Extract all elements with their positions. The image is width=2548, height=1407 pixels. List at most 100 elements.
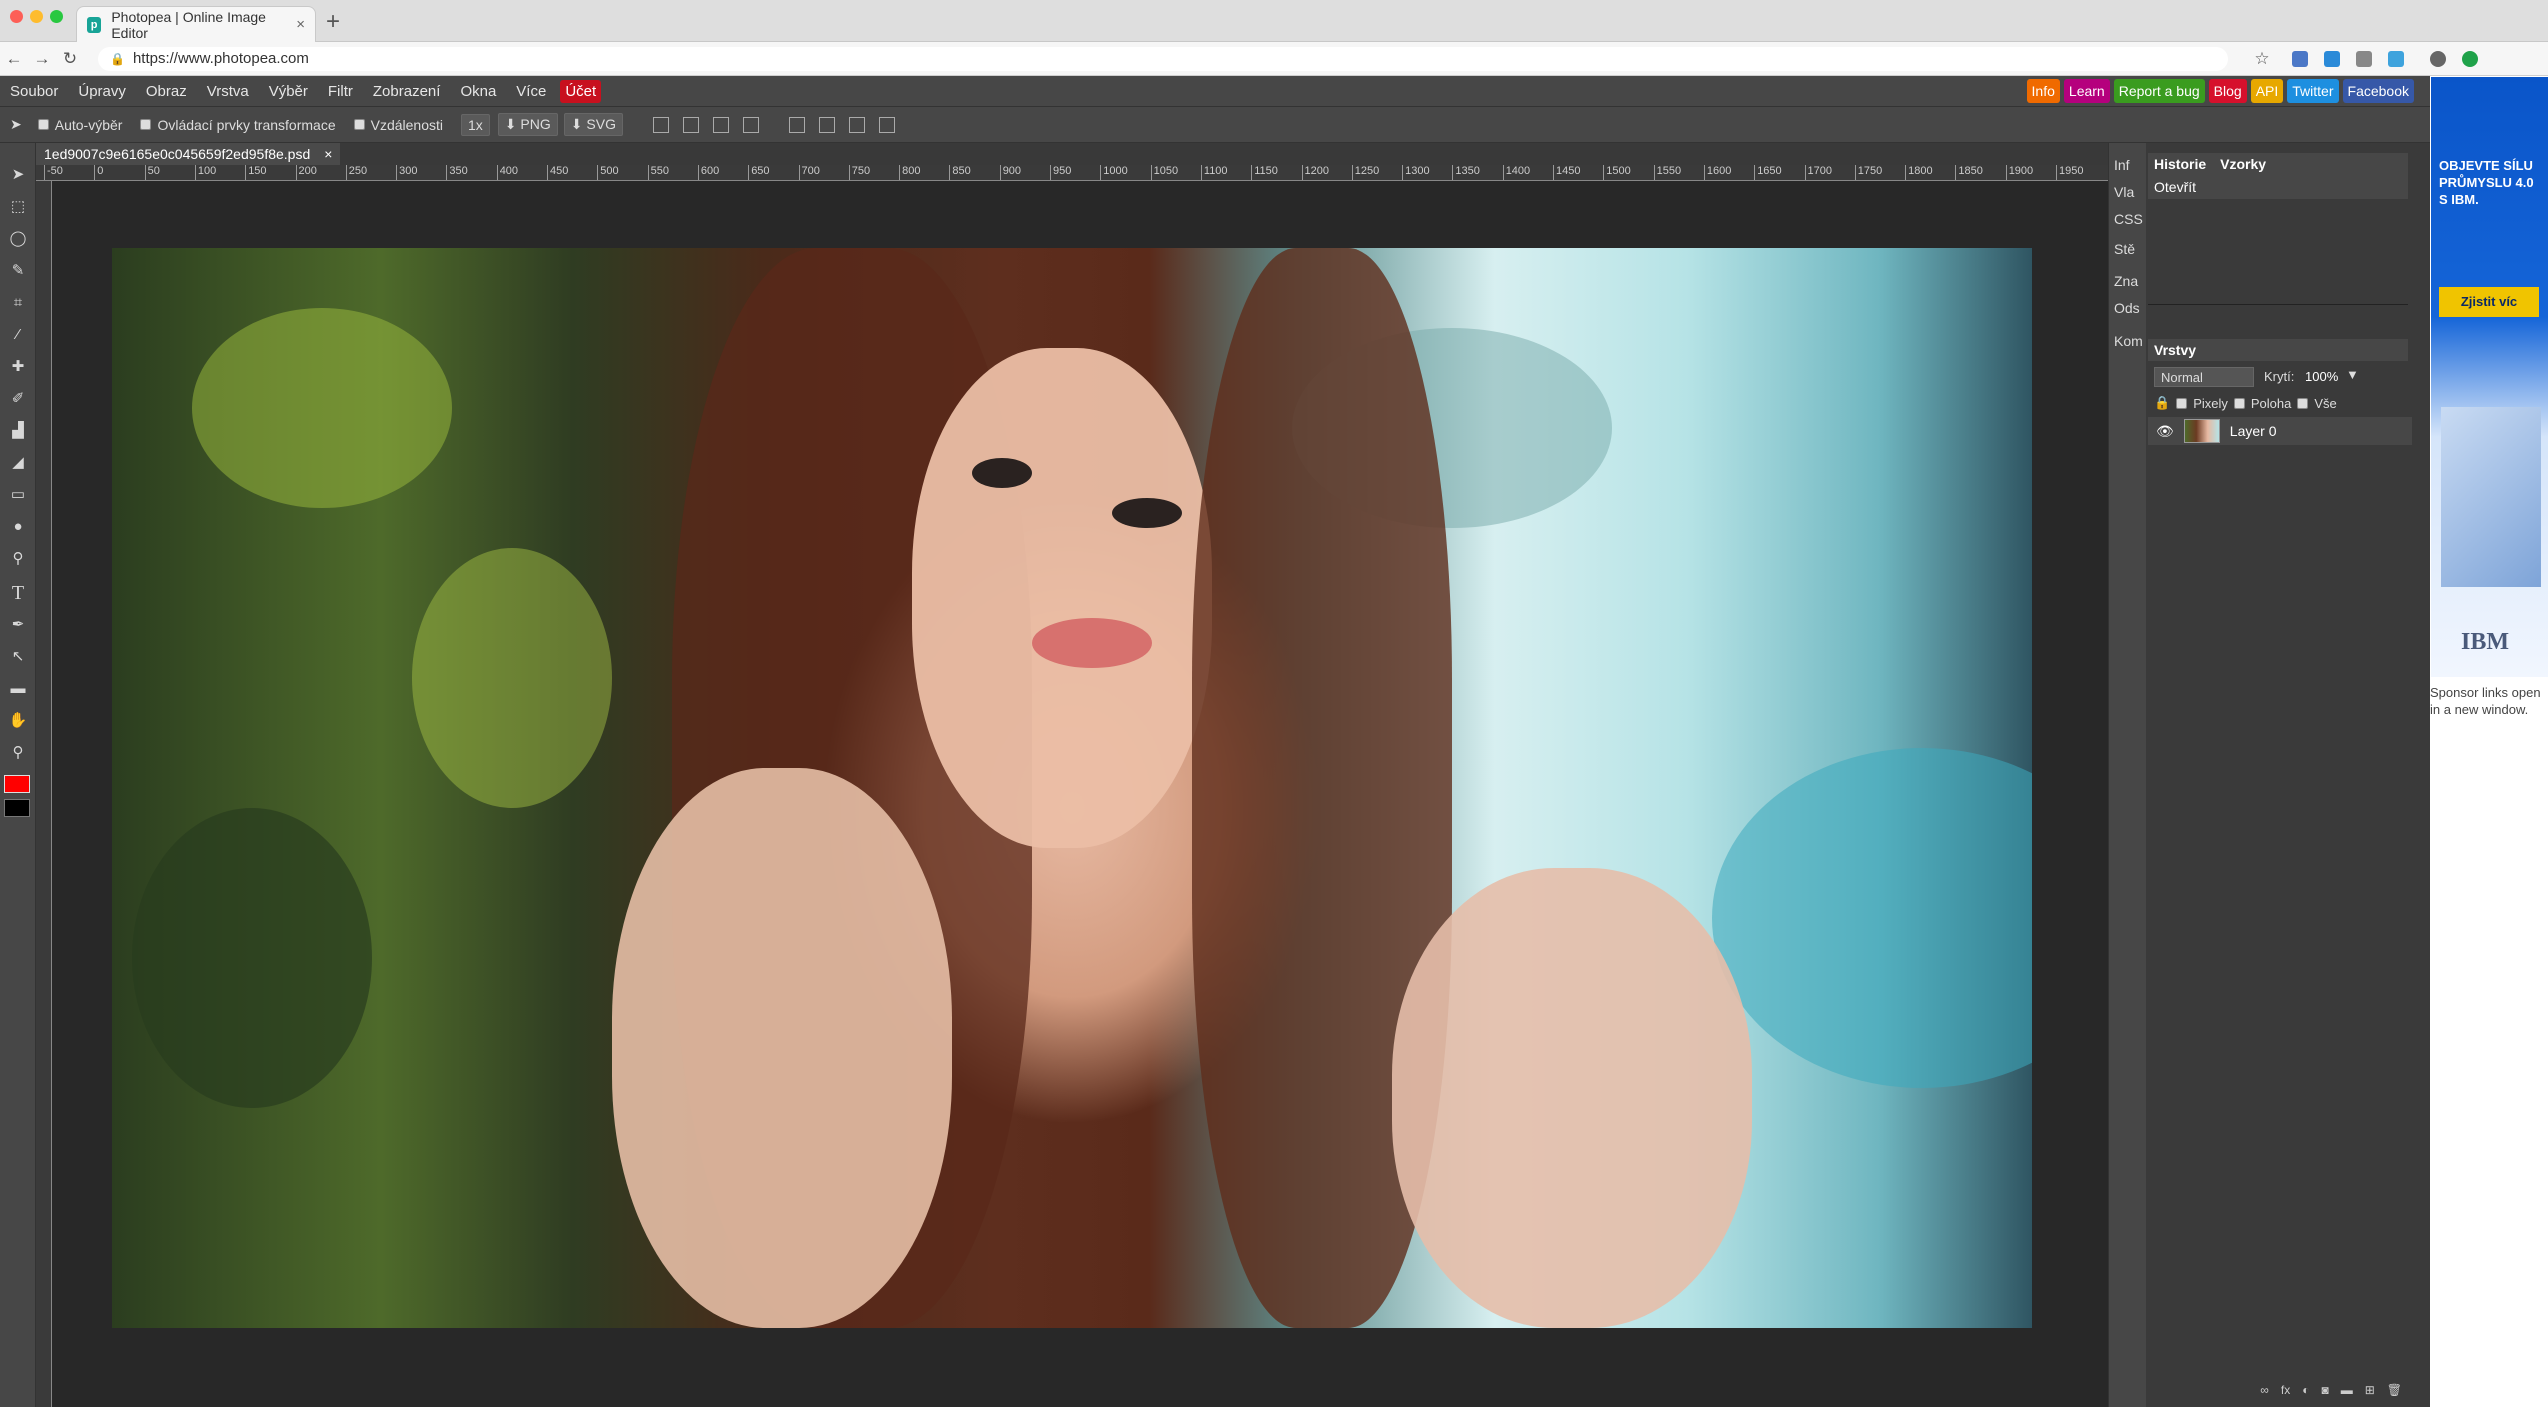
blog-link[interactable]: Blog [2208, 79, 2247, 103]
export-png-button[interactable]: ⬇ PNG [497, 113, 558, 136]
move-tool-icon[interactable]: ➤ [10, 116, 22, 133]
layer-row[interactable]: 👁 Layer 0 [2148, 417, 2412, 445]
align-right-icon[interactable] [712, 116, 729, 133]
image-canvas[interactable] [112, 248, 2032, 1328]
export-svg-button[interactable]: ⬇ SVG [563, 113, 623, 136]
align-top-icon[interactable] [788, 116, 805, 133]
bookmark-star-icon[interactable]: ☆ [2248, 49, 2276, 69]
tab-history[interactable]: Historie [2154, 156, 2206, 172]
path-select-tool-icon[interactable]: ↖ [8, 647, 28, 667]
menu-image[interactable]: Obraz [136, 83, 197, 100]
ad-cta-button[interactable]: Zjistit víc [2439, 287, 2539, 317]
forward-icon[interactable]: → [28, 49, 56, 69]
distances-checkbox[interactable]: Vzdálenosti [353, 117, 443, 133]
extension-icon[interactable] [2462, 50, 2478, 67]
align-left-icon[interactable] [652, 116, 669, 133]
browser-tab[interactable]: p Photopea | Online Image Editor × [76, 6, 316, 42]
tab-swatches[interactable]: Vzorky [2220, 156, 2266, 172]
document-tab[interactable]: 1ed9007c9e6165e0c045659f2ed95f8e.psd × [36, 143, 341, 165]
auto-select-checkbox[interactable]: Auto-výběr [37, 117, 122, 133]
menu-view[interactable]: Zobrazení [363, 83, 451, 100]
opacity-input[interactable]: 100% [2303, 367, 2343, 387]
extension-icon[interactable] [2292, 50, 2308, 67]
new-layer-icon[interactable]: ⊞ [2365, 1383, 2375, 1403]
opacity-dropdown-icon[interactable]: ▼ [2346, 367, 2359, 382]
foreground-color-swatch[interactable] [4, 775, 30, 793]
menu-edit[interactable]: Úpravy [68, 83, 136, 100]
distribute-vertical-icon[interactable] [878, 116, 895, 133]
align-middle-icon[interactable] [818, 116, 835, 133]
blur-tool-icon[interactable]: ● [8, 517, 28, 537]
effects-icon[interactable]: fx [2281, 1383, 2290, 1403]
profile-avatar[interactable] [2430, 50, 2446, 67]
facebook-link[interactable]: Facebook [2342, 79, 2414, 103]
folder-icon[interactable]: ▬ [2341, 1383, 2353, 1403]
lock-position-checkbox[interactable] [2233, 397, 2245, 409]
mask-icon[interactable]: ◙ [2321, 1383, 2328, 1403]
menu-more[interactable]: Více [506, 83, 556, 100]
ad-banner[interactable]: OBJEVTE SÍLU PRŮMYSLU 4.0 S IBM. Zjistit… [2431, 77, 2548, 677]
minimize-window-button[interactable] [30, 10, 43, 23]
url-input[interactable]: 🔒 https://www.photopea.com [98, 46, 2228, 71]
twitter-link[interactable]: Twitter [2287, 79, 2339, 103]
pen-tool-icon[interactable]: ✒ [8, 615, 28, 635]
lock-pixels-checkbox[interactable] [2176, 397, 2188, 409]
lasso-tool-icon[interactable]: ◯ [8, 229, 28, 249]
side-tab-brushes[interactable]: Stě [2114, 241, 2135, 257]
hand-tool-icon[interactable]: ✋ [8, 711, 28, 731]
menu-select[interactable]: Výběr [259, 83, 318, 100]
brush-tool-icon[interactable]: ✐ [8, 389, 28, 409]
learn-link[interactable]: Learn [2063, 79, 2110, 103]
info-link[interactable]: Info [2026, 79, 2060, 103]
side-tab-properties[interactable]: Vla [2114, 184, 2134, 200]
transform-controls-checkbox[interactable]: Ovládací prvky transformace [140, 117, 336, 133]
background-color-swatch[interactable] [4, 799, 30, 817]
distribute-icon[interactable] [742, 116, 759, 133]
maximize-window-button[interactable] [50, 10, 63, 23]
api-link[interactable]: API [2250, 79, 2284, 103]
shape-tool-icon[interactable]: ▬ [8, 679, 28, 699]
marquee-tool-icon[interactable]: ⬚ [8, 197, 28, 217]
side-tab-characters[interactable]: Zna [2114, 273, 2138, 289]
lock-all-checkbox[interactable] [2297, 397, 2309, 409]
extension-icon[interactable] [2324, 50, 2340, 67]
align-bottom-icon[interactable] [848, 116, 865, 133]
align-center-icon[interactable] [682, 116, 699, 133]
tab-close-icon[interactable]: × [296, 16, 305, 33]
document-close-icon[interactable]: × [324, 146, 332, 162]
menu-file[interactable]: Soubor [0, 83, 68, 100]
dodge-tool-icon[interactable]: ⚲ [8, 549, 28, 569]
zoom-tool-icon[interactable]: ⚲ [8, 743, 28, 763]
move-tool-icon[interactable]: ➤ [8, 165, 28, 185]
back-icon[interactable]: ← [0, 49, 28, 69]
close-window-button[interactable] [10, 10, 23, 23]
crop-tool-icon[interactable]: ⌗ [8, 293, 28, 313]
menu-filter[interactable]: Filtr [318, 83, 363, 100]
link-layers-icon[interactable]: ∞ [2260, 1383, 2269, 1403]
side-tab-comments[interactable]: Kom [2114, 333, 2143, 349]
side-tab-css[interactable]: CSS [2114, 211, 2143, 227]
zoom-select[interactable]: 1x [461, 113, 490, 136]
report-bug-link[interactable]: Report a bug [2113, 79, 2205, 103]
eraser-tool-icon[interactable]: ◢ [8, 453, 28, 473]
delete-layer-icon[interactable]: 🗑 [2387, 1383, 2402, 1403]
adjustment-icon[interactable]: ◐ [2302, 1383, 2309, 1403]
quick-select-tool-icon[interactable]: ✎ [8, 261, 28, 281]
clone-stamp-tool-icon[interactable]: ▟ [8, 421, 28, 441]
healing-tool-icon[interactable]: ✚ [8, 357, 28, 377]
menu-layer[interactable]: Vrstva [197, 83, 259, 100]
extension-icon[interactable] [2388, 50, 2404, 67]
side-tab-paragraph[interactable]: Ods [2114, 300, 2140, 316]
menu-window[interactable]: Okna [450, 83, 506, 100]
history-entry[interactable]: Otevřít [2148, 175, 2408, 199]
menu-account[interactable]: Účet [560, 79, 602, 103]
new-tab-button[interactable]: + [326, 8, 340, 36]
type-tool-icon[interactable]: T [8, 583, 28, 603]
visibility-eye-icon[interactable]: 👁 [2156, 423, 2174, 440]
blend-mode-select[interactable]: Normal [2154, 367, 2254, 387]
reload-icon[interactable]: ↻ [56, 49, 84, 69]
eyedropper-tool-icon[interactable]: ⁄ [8, 325, 28, 345]
extension-icon[interactable] [2356, 50, 2372, 67]
side-tab-info[interactable]: Inf [2114, 157, 2130, 173]
gradient-tool-icon[interactable]: ▭ [8, 485, 28, 505]
